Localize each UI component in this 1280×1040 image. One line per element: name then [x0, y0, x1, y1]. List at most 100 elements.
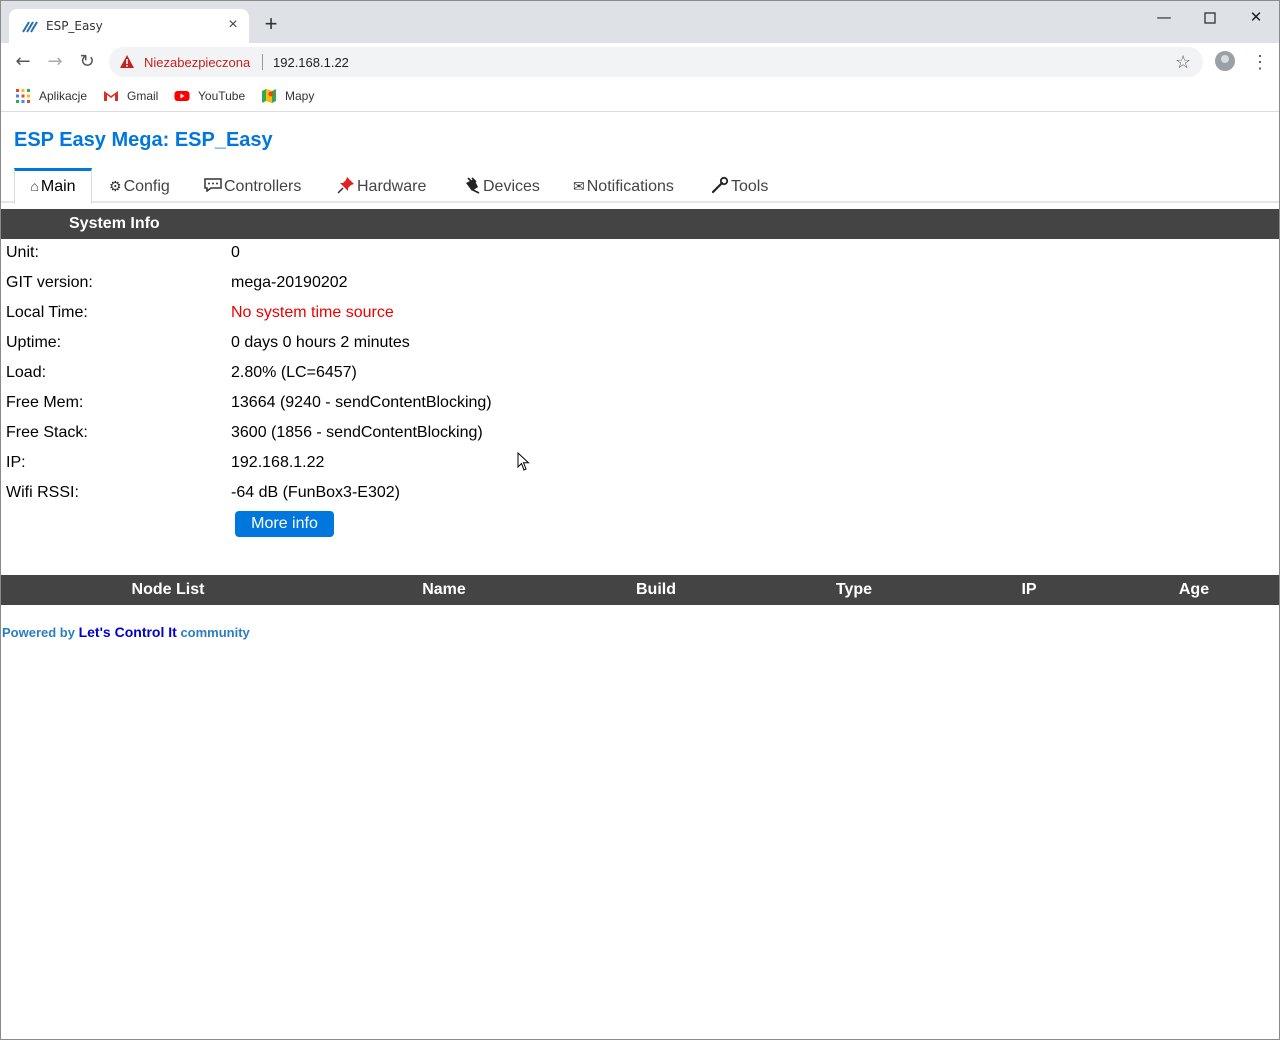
main-menu: ⌂ Main ⚙ Config Controllers Hardware Devic… [1, 167, 1279, 204]
tab-label: Controllers [224, 178, 302, 195]
back-arrow-icon[interactable]: ← [11, 51, 35, 73]
system-info-header: System Info [1, 209, 1279, 239]
maximize-icon[interactable] [1187, 5, 1233, 29]
section-title: System Info [69, 215, 160, 232]
bookmark-maps[interactable]: Mapy [261, 87, 314, 105]
minimize-icon[interactable]: — [1141, 5, 1187, 29]
apps-grid-icon [15, 88, 31, 104]
pushpin-icon [337, 169, 355, 203]
wrench-icon [711, 169, 729, 203]
tab-label: Notifications [586, 178, 674, 195]
plug-icon [463, 169, 481, 203]
omnibox-divider [262, 54, 263, 70]
footer-link[interactable]: Let's Control It [79, 624, 177, 640]
tab-tools[interactable]: Tools [707, 169, 772, 203]
tab-title: ESP_Easy [46, 19, 103, 33]
browser-window: ESP_Easy × + — ✕ ← → ↻ Niezabezpieczona … [0, 0, 1280, 1040]
url-text[interactable]: 192.168.1.22 [273, 55, 349, 70]
info-value: -64 dB (FunBox3-E302) [231, 484, 400, 501]
info-label: GIT version: [6, 274, 93, 291]
tab-label: Hardware [357, 178, 427, 195]
more-menu-icon[interactable]: ⋮ [1251, 51, 1269, 73]
forward-arrow-icon[interactable]: → [43, 51, 67, 73]
bookmark-label: Mapy [285, 89, 315, 103]
info-row-local-time: Local Time: No system time source [1, 299, 1279, 329]
bookmark-star-icon[interactable]: ☆ [1175, 51, 1191, 73]
esp-easy-favicon-icon [22, 19, 38, 35]
info-row-free-stack: Free Stack: 3600 (1856 - sendContentBloc… [1, 419, 1279, 449]
footer-suffix: community [180, 625, 250, 640]
node-list-header: Node List Name Build Type IP Age [1, 575, 1279, 605]
footer: Powered by Let's Control It community [2, 624, 250, 640]
maps-icon [261, 88, 277, 104]
tab-label: Devices [483, 178, 540, 195]
mouse-cursor-icon [517, 452, 530, 471]
info-row-uptime: Uptime: 0 days 0 hours 2 minutes [1, 329, 1279, 359]
page-title: ESP Easy Mega: ESP_Easy [14, 129, 273, 151]
bookmarks-bar: Aplikacje Gmail YouTube Mapy [1, 81, 1279, 112]
tab-hardware[interactable]: Hardware [333, 169, 430, 203]
gear-icon: ⚙ [109, 178, 122, 194]
info-value: 13664 (9240 - sendContentBlocking) [231, 394, 492, 411]
tab-strip: ESP_Easy × + — ✕ [1, 1, 1279, 43]
bookmark-apps[interactable]: Aplikacje [15, 87, 87, 105]
info-value: 0 days 0 hours 2 minutes [231, 334, 410, 351]
info-label: Unit: [6, 244, 39, 261]
warning-icon[interactable] [119, 54, 135, 70]
info-label: IP: [6, 454, 26, 471]
tab-notifications[interactable]: ✉ Notifications [569, 169, 678, 203]
browser-tab[interactable]: ESP_Easy × [9, 9, 249, 43]
info-label: Wifi RSSI: [6, 484, 79, 501]
page-content: ESP Easy Mega: ESP_Easy ⌂ Main ⚙ Config Co… [1, 113, 1279, 1039]
tab-label: Tools [731, 178, 769, 195]
bookmark-label: Gmail [127, 89, 159, 103]
info-value: 192.168.1.22 [231, 454, 325, 471]
info-row-load: Load: 2.80% (LC=6457) [1, 359, 1279, 389]
reload-icon[interactable]: ↻ [75, 51, 99, 73]
column-header-node-list: Node List [131, 581, 205, 598]
more-info-button[interactable]: More info [235, 511, 334, 537]
profile-avatar-icon[interactable] [1215, 51, 1235, 71]
info-row-unit: Unit: 0 [1, 239, 1279, 269]
info-value: 2.80% (LC=6457) [231, 364, 357, 381]
gmail-icon [103, 88, 119, 104]
tab-config[interactable]: ⚙ Config [105, 169, 174, 203]
column-header-build: Build [636, 581, 676, 598]
info-row-free-mem: Free Mem: 13664 (9240 - sendContentBlock… [1, 389, 1279, 419]
browser-toolbar: ← → ↻ Niezabezpieczona 192.168.1.22 ☆ ⋮ [1, 43, 1279, 81]
info-label: Uptime: [6, 334, 62, 351]
home-icon: ⌂ [30, 178, 39, 194]
info-value: 0 [231, 244, 240, 261]
info-label: Load: [6, 364, 47, 381]
tab-main[interactable]: ⌂ Main [14, 168, 92, 204]
security-label[interactable]: Niezabezpieczona [144, 55, 250, 70]
new-tab-icon[interactable]: + [261, 13, 281, 35]
tab-controllers[interactable]: Controllers [200, 169, 305, 203]
bookmark-youtube[interactable]: YouTube [174, 87, 245, 105]
info-value: 3600 (1856 - sendContentBlocking) [231, 424, 483, 441]
tab-devices[interactable]: Devices [459, 169, 544, 203]
tab-label: Config [123, 178, 170, 195]
column-header-name: Name [422, 581, 466, 598]
info-value-warning: No system time source [231, 304, 394, 321]
bookmark-label: YouTube [198, 89, 246, 103]
info-row-wifi-rssi: Wifi RSSI: -64 dB (FunBox3-E302) [1, 479, 1279, 509]
info-row-ip: IP: 192.168.1.22 [1, 449, 1279, 479]
info-label: Local Time: [6, 304, 88, 321]
info-label: Free Stack: [6, 424, 88, 441]
bookmark-label: Aplikacje [39, 89, 88, 103]
info-row-git-version: GIT version: mega-20190202 [1, 269, 1279, 299]
bookmark-gmail[interactable]: Gmail [103, 87, 158, 105]
envelope-icon: ✉ [573, 178, 585, 194]
address-bar[interactable]: Niezabezpieczona 192.168.1.22 ☆ [109, 47, 1203, 77]
column-header-age: Age [1178, 581, 1210, 598]
tab-close-icon[interactable]: × [225, 17, 241, 33]
tab-label: Main [40, 178, 76, 195]
info-label: Free Mem: [6, 394, 84, 411]
speech-bubble-icon [204, 169, 222, 203]
close-window-icon[interactable]: ✕ [1233, 5, 1279, 29]
column-header-type: Type [835, 581, 873, 598]
info-value: mega-20190202 [231, 274, 348, 291]
youtube-icon [174, 88, 190, 104]
footer-prefix: Powered by [2, 625, 75, 640]
